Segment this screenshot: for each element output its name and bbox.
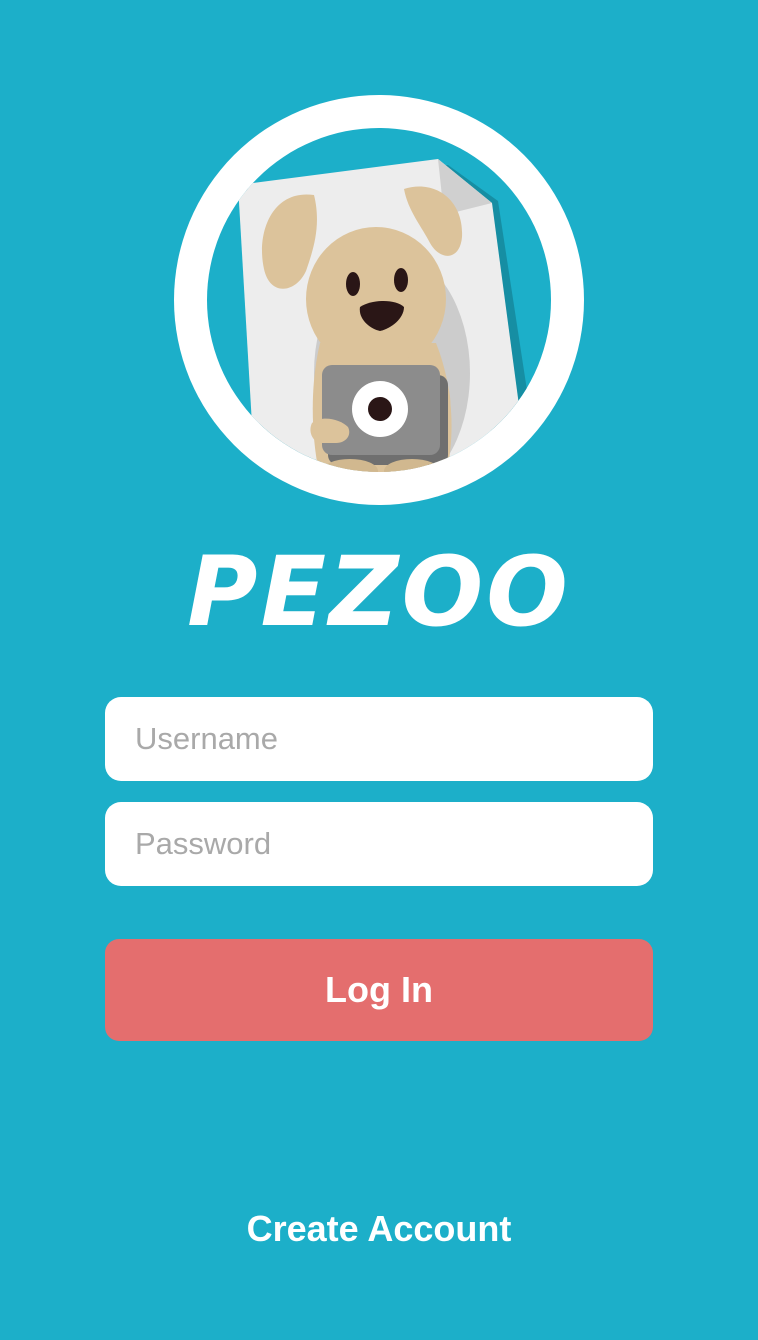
dog-with-camera-icon	[174, 95, 584, 505]
create-account-link[interactable]: Create Account	[0, 1205, 758, 1253]
username-field[interactable]	[105, 697, 653, 781]
app-title: PEZOO	[187, 536, 571, 648]
password-field[interactable]	[105, 802, 653, 886]
app-logo	[172, 93, 586, 507]
login-button[interactable]: Log In	[105, 939, 653, 1041]
